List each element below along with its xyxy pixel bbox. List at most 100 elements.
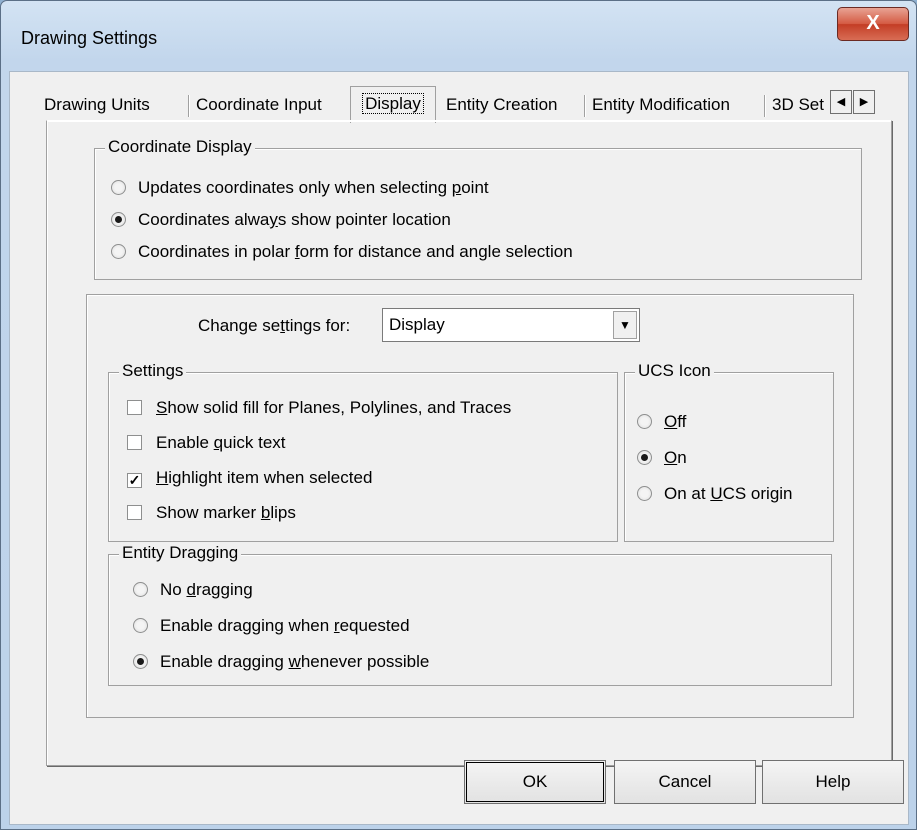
settings-group: Settings Show solid fill for Planes, Pol… (108, 361, 618, 542)
radio-icon[interactable] (637, 486, 652, 501)
option-label: Coordinates in polar (138, 242, 295, 261)
radio-icon[interactable] (111, 244, 126, 259)
checkbox-show-marker-blips[interactable]: Show marker blips (127, 500, 296, 526)
cancel-button[interactable]: Cancel (614, 760, 756, 804)
radio-icon[interactable] (111, 180, 126, 195)
close-icon: X (866, 12, 880, 34)
label-text: tings for: (284, 316, 351, 335)
option-label: henever possible (300, 652, 430, 671)
option-label: orm for distance and angle selection (299, 242, 573, 261)
radio-ucs-on[interactable]: On (637, 445, 687, 471)
option-label: n (677, 448, 687, 467)
dropdown-button[interactable]: ▼ (613, 311, 637, 339)
label-text: Change se (198, 316, 281, 335)
tab-drawing-units[interactable]: Drawing Units (44, 90, 150, 120)
radio-icon[interactable] (133, 582, 148, 597)
checkbox-show-solid-fill[interactable]: Show solid fill for Planes, Polylines, a… (127, 395, 511, 421)
option-label: lips (270, 503, 296, 522)
tab-entity-creation[interactable]: Entity Creation (446, 90, 558, 120)
mnemonic: p (451, 178, 462, 197)
mnemonic: O (664, 412, 678, 431)
mnemonic: U (710, 484, 723, 503)
option-label: equested (339, 616, 410, 635)
close-button[interactable]: X (837, 7, 909, 41)
group-title: Settings (119, 361, 187, 381)
title-bar[interactable]: Drawing Settings X (1, 1, 916, 71)
tab-label: Display (362, 93, 424, 114)
option-label: Updates coordinates only when selecting (138, 178, 452, 197)
option-label: oint (461, 178, 489, 197)
change-settings-label: Change settings for: (198, 313, 350, 339)
mnemonic: q (213, 433, 224, 452)
option-label: how solid fill for Planes, Polylines, an… (167, 398, 512, 417)
option-label: ragging (195, 580, 253, 599)
radio-icon[interactable] (133, 654, 148, 669)
radio-icon[interactable] (111, 212, 126, 227)
option-label: CS origin (722, 484, 793, 503)
button-label: OK (522, 772, 548, 791)
tab-3d-settings[interactable]: 3D Set (772, 90, 838, 120)
mnemonic: O (664, 448, 678, 467)
checkbox-icon[interactable] (127, 505, 142, 520)
radio-icon[interactable] (637, 414, 652, 429)
option-label: s show pointer location (277, 210, 451, 229)
coordinate-display-group: Coordinate Display Updates coordinates o… (94, 137, 862, 280)
radio-icon[interactable] (637, 450, 652, 465)
option-label: Enable dragging (160, 652, 289, 671)
radio-ucs-on-at-origin[interactable]: On at UCS origin (637, 481, 793, 507)
group-title: Coordinate Display (105, 137, 255, 157)
tab-scroll-left-button[interactable]: ◀ (830, 90, 852, 114)
checkbox-icon[interactable] (127, 435, 142, 450)
tab-label: Entity Creation (446, 95, 558, 114)
option-label: Show marker (156, 503, 261, 522)
option-label: uick text (223, 433, 286, 452)
entity-dragging-group: Entity Dragging No dragging Enable dragg… (108, 543, 832, 686)
checkbox-enable-quick-text[interactable]: Enable quick text (127, 430, 286, 456)
tab-coordinate-input[interactable]: Coordinate Input (196, 90, 322, 120)
radio-no-dragging[interactable]: No dragging (133, 577, 253, 603)
checkmark-icon[interactable]: ✓ (127, 473, 142, 488)
radio-drag-whenever-possible[interactable]: Enable dragging whenever possible (133, 649, 429, 675)
dialog-client: Drawing Units Coordinate Input Display E… (9, 71, 909, 825)
ucs-icon-group: UCS Icon Off On On at UCS origin (624, 361, 834, 542)
dialog-window: Drawing Settings X Drawing Units Coordin… (0, 0, 917, 830)
ok-button[interactable]: OK (464, 760, 606, 804)
option-label: Enable (156, 433, 214, 452)
radio-polar-form[interactable]: Coordinates in polar form for distance a… (111, 239, 573, 265)
group-title: UCS Icon (635, 361, 714, 381)
checkbox-icon[interactable] (127, 400, 142, 415)
tab-label: Entity Modification (592, 95, 730, 114)
tab-label: Coordinate Input (196, 95, 322, 114)
button-label: Help (815, 772, 851, 791)
checkbox-highlight-selected[interactable]: ✓ Highlight item when selected (127, 465, 372, 491)
group-title: Entity Dragging (119, 543, 242, 563)
tab-label: 3D Set (772, 95, 824, 114)
dialog-title: Drawing Settings (21, 28, 158, 48)
radio-always-show-pointer[interactable]: Coordinates always show pointer location (111, 207, 451, 233)
triangle-left-icon: ◀ (836, 96, 846, 108)
radio-drag-when-requested[interactable]: Enable dragging when requested (133, 613, 410, 639)
radio-updates-when-selecting[interactable]: Updates coordinates only when selecting … (111, 175, 489, 201)
change-settings-combo[interactable]: Display ▼ (382, 308, 640, 342)
tab-display[interactable]: Display (350, 86, 436, 123)
button-label: Cancel (658, 772, 712, 791)
tab-scroll-right-button[interactable]: ▶ (853, 90, 875, 114)
mnemonic: H (156, 468, 169, 487)
option-label: Enable dragging when (160, 616, 334, 635)
option-label: ff (677, 412, 687, 431)
option-label: ighlight item when selected (168, 468, 373, 487)
tab-entity-modification[interactable]: Entity Modification (592, 90, 730, 120)
tab-separator (584, 95, 586, 117)
help-button[interactable]: Help (762, 760, 904, 804)
chevron-down-icon: ▼ (619, 318, 631, 332)
radio-ucs-off[interactable]: Off (637, 409, 686, 435)
mnemonic: y (269, 210, 278, 229)
mnemonic: w (288, 652, 301, 671)
tab-label: Drawing Units (44, 95, 150, 114)
radio-icon[interactable] (133, 618, 148, 633)
mnemonic: b (260, 503, 271, 522)
option-label: No (160, 580, 187, 599)
combo-value: Display (389, 315, 445, 334)
option-label: Coordinates alwa (138, 210, 270, 229)
tab-strip: Drawing Units Coordinate Input Display E… (44, 86, 884, 123)
